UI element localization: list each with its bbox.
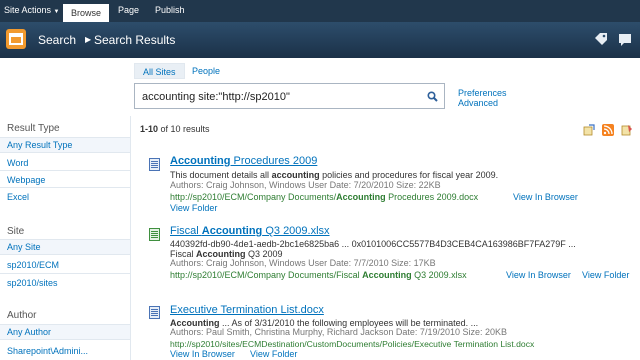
results-range: 1-10 <box>140 124 159 134</box>
divider <box>0 187 130 188</box>
results-count: 1-10 of 10 results <box>140 124 210 134</box>
refiner-any-result-type[interactable]: Any Result Type <box>7 140 72 150</box>
tab-page-label: Page <box>118 5 140 15</box>
result-meta-1: Authors: Craig Johnson, Windows User Dat… <box>170 180 441 190</box>
preferences-link[interactable]: Preferences <box>458 88 507 98</box>
excel-document-icon <box>149 228 160 241</box>
result-title-1-rest: Procedures 2009 <box>230 155 318 167</box>
result-title-2-pre: Fiscal <box>170 225 202 237</box>
search-icon[interactable] <box>427 91 438 102</box>
refiner-word[interactable]: Word <box>7 158 28 168</box>
refinement-divider <box>130 116 131 360</box>
refiner-author-sharepoint-admin[interactable]: Sharepoint\Admini... <box>7 346 88 356</box>
result-title-2-rest: Q3 2009.xlsx <box>262 225 330 237</box>
tab-publish[interactable]: Publish <box>155 5 185 15</box>
view-in-browser-link-2[interactable]: View In Browser <box>506 270 571 280</box>
results-total: of 10 results <box>158 124 210 134</box>
site-actions-menu[interactable]: Site Actions ▼ <box>4 5 60 15</box>
result-title-1-bold: Accounting <box>170 155 231 167</box>
result-title-1[interactable]: Accounting Procedures 2009 <box>170 155 317 167</box>
tab-browse-label: Browse <box>71 8 102 18</box>
breadcrumb-search[interactable]: Search <box>38 33 76 47</box>
refiner-any-site[interactable]: Any Site <box>7 242 41 252</box>
view-folder-link-1[interactable]: View Folder <box>170 203 217 213</box>
scope-tab-people[interactable]: People <box>184 63 228 79</box>
divider <box>0 170 130 171</box>
ribbon-bar: Site Actions ▼ Browse Page Publish <box>0 0 640 22</box>
refiner-any-author[interactable]: Any Author <box>7 327 51 337</box>
tab-page[interactable]: Page <box>118 5 139 15</box>
refiner-site-ecm[interactable]: sp2010/ECM <box>7 260 59 270</box>
result-meta-3: Authors: Paul Smith, Christina Murphy, R… <box>170 327 507 337</box>
advanced-search-link[interactable]: Advanced <box>458 98 498 108</box>
page-title: Search Results <box>94 33 176 47</box>
site-heading: Site <box>7 226 25 237</box>
refiner-excel[interactable]: Excel <box>7 192 29 202</box>
result-snippet-2a: 440392fd-db90-4de1-aedb-2bc1e6825ba6 ...… <box>170 239 576 249</box>
tab-publish-label: Publish <box>155 5 185 15</box>
view-in-browser-link-1[interactable]: View In Browser <box>513 192 578 202</box>
scope-tab-all-sites[interactable]: All Sites <box>134 63 185 79</box>
author-heading: Author <box>7 310 37 321</box>
result-url-3[interactable]: http://sp2010/sites/ECMDestination/Custo… <box>170 339 534 349</box>
result-url-2[interactable]: http://sp2010/ECM/Company Documents/Fisc… <box>170 270 467 280</box>
title-bar: Search ▶ Search Results <box>0 22 640 58</box>
result-meta-2: Authors: Craig Johnson, Windows User Dat… <box>170 258 436 268</box>
scope-tab-all-sites-label: All Sites <box>143 67 176 77</box>
breadcrumb-arrow-icon: ▶ <box>85 35 92 44</box>
refiner-webpage[interactable]: Webpage <box>7 175 45 185</box>
scope-tab-people-label: People <box>192 66 221 76</box>
divider <box>0 273 130 274</box>
result-type-heading: Result Type <box>7 123 60 134</box>
view-folder-link-3[interactable]: View Folder <box>250 349 297 359</box>
result-title-2[interactable]: Fiscal Accounting Q3 2009.xlsx <box>170 225 330 237</box>
refiner-site-sites[interactable]: sp2010/sites <box>7 278 58 288</box>
notes-icon[interactable] <box>618 32 632 46</box>
result-url-1[interactable]: http://sp2010/ECM/Company Documents/Acco… <box>170 192 478 202</box>
search-query-text: accounting site:"http://sp2010" <box>142 91 290 103</box>
result-snippet-1: This document details all accounting pol… <box>170 170 499 180</box>
alert-me-icon[interactable] <box>583 124 595 136</box>
view-folder-link-2[interactable]: View Folder <box>582 270 629 280</box>
result-title-2-bold: Accounting <box>201 225 263 237</box>
rss-icon[interactable] <box>602 124 614 136</box>
site-actions-label: Site Actions <box>4 5 52 15</box>
tag-icon[interactable] <box>594 32 608 46</box>
chevron-down-icon: ▼ <box>53 9 60 15</box>
alert-bell-icon[interactable] <box>621 124 633 136</box>
search-input[interactable]: accounting site:"http://sp2010" <box>134 83 445 109</box>
view-in-browser-link-3[interactable]: View In Browser <box>170 349 235 359</box>
result-title-3[interactable]: Executive Termination List.docx <box>170 304 324 316</box>
tab-browse[interactable]: Browse <box>63 4 110 22</box>
word-document-icon <box>149 158 160 171</box>
site-logo-icon[interactable] <box>6 29 26 49</box>
word-document-icon <box>149 306 160 319</box>
